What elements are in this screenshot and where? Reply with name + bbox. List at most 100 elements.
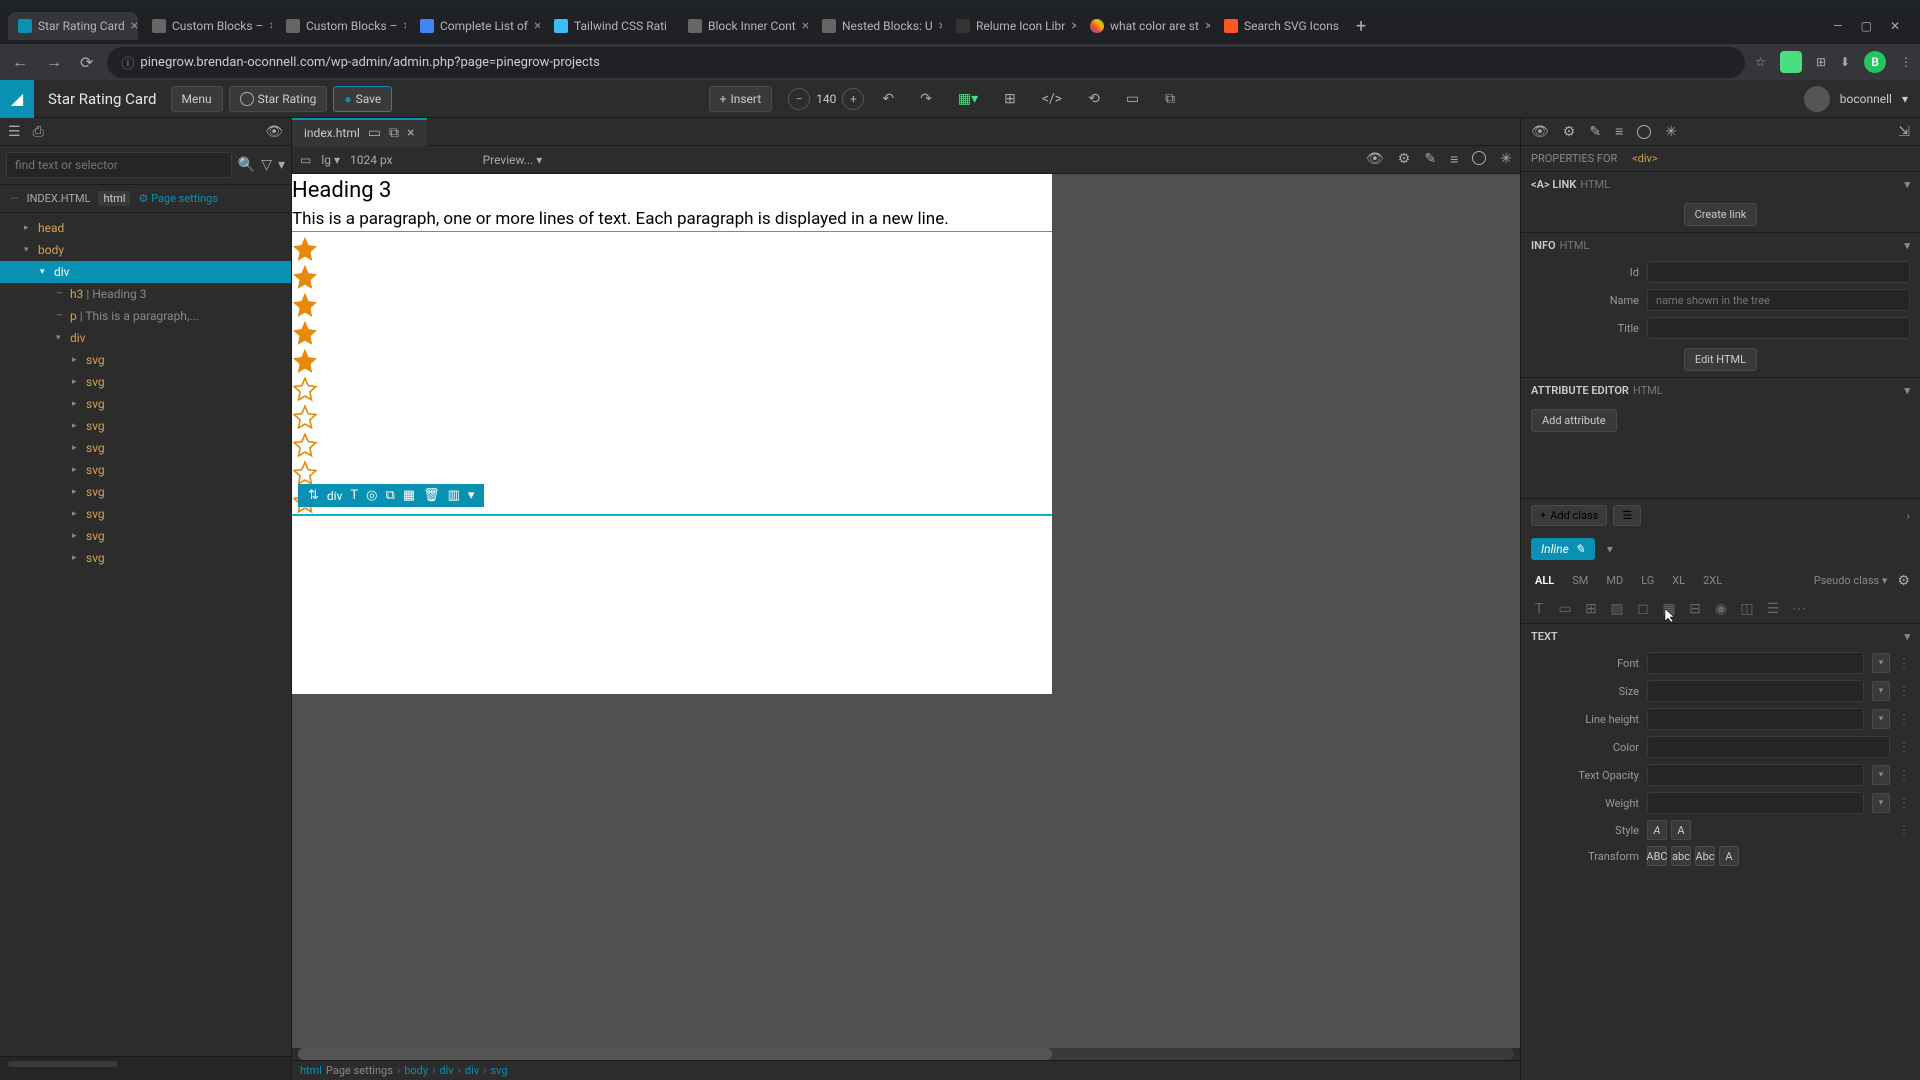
star-filled-icon[interactable] (292, 320, 318, 346)
zoom-out-button[interactable]: − (788, 88, 810, 110)
info-section-header[interactable]: INFOHTML▾ (1521, 232, 1920, 258)
text-section-header[interactable]: TEXT▾ (1521, 623, 1920, 649)
search-icon[interactable]: 🔍 (238, 157, 255, 173)
tree-node-svg[interactable]: ▸svg (0, 503, 291, 525)
star-filled-icon[interactable] (292, 236, 318, 262)
external-icon[interactable]: ⧉ (389, 125, 399, 141)
class-list-button[interactable]: ☰ (1613, 505, 1641, 526)
chevron-down-icon[interactable]: ▾ (278, 157, 285, 173)
print-icon[interactable]: ⎙ (33, 124, 44, 140)
browser-tab[interactable]: Block Inner Cont× (678, 12, 808, 40)
name-input[interactable] (1647, 289, 1910, 311)
expand-icon[interactable]: ⇲ (1898, 124, 1910, 140)
menu-icon[interactable]: ⋮ (1900, 55, 1912, 69)
file-tab[interactable]: index.html ▭ ⧉ × (292, 118, 427, 146)
refresh-icon[interactable]: ⟲ (1080, 87, 1108, 111)
browser-tab[interactable]: Custom Blocks –× (276, 12, 406, 40)
tree-node-svg[interactable]: ▸svg (0, 349, 291, 371)
tree-node-svg[interactable]: ▸svg (0, 393, 291, 415)
star-empty-icon[interactable] (292, 432, 318, 458)
device-icon[interactable]: ▭ (368, 125, 381, 141)
star-empty-icon[interactable] (292, 460, 318, 486)
tree-node-svg[interactable]: ▸svg (0, 547, 291, 569)
duplicate-icon[interactable]: ⧉ (386, 488, 395, 503)
move-icon[interactable]: ⇅ (308, 488, 319, 503)
close-window-icon[interactable]: ✕ (1890, 19, 1900, 33)
tree-node-body[interactable]: ▾body (0, 239, 291, 261)
line-height-input[interactable] (1647, 708, 1864, 730)
style-normal-button[interactable]: A (1647, 820, 1667, 840)
transform-lower-button[interactable]: abc (1671, 846, 1691, 866)
copy-icon[interactable]: ⧉ (1157, 87, 1183, 111)
star-filled-icon[interactable] (292, 292, 318, 318)
extensions-icon[interactable]: ⊞ (1816, 55, 1826, 69)
tree-node-svg[interactable]: ▸svg (0, 525, 291, 547)
component-button[interactable]: Star Rating (229, 86, 328, 112)
heading[interactable]: Heading 3 (292, 174, 1052, 207)
delete-icon[interactable]: 🗑 (423, 488, 440, 503)
attr-section-header[interactable]: ATTRIBUTE EDITORHTML▾ (1521, 377, 1920, 403)
browser-tab[interactable]: Search SVG Icons× (1214, 12, 1344, 40)
pos-cat-icon[interactable]: ◉ (1713, 601, 1729, 617)
browser-tab[interactable]: Tailwind CSS Rati× (544, 12, 674, 40)
class-icon[interactable]: ≡ (1615, 123, 1623, 140)
border-cat-icon[interactable]: ▭ (1557, 601, 1573, 617)
more-cat-icon[interactable]: ⋯ (1791, 601, 1807, 617)
breakpoint-lg[interactable]: LG (1637, 572, 1658, 589)
inline-style-badge[interactable]: Inline✎ (1531, 538, 1595, 560)
eye-icon[interactable]: 👁 (1366, 151, 1384, 168)
save-button[interactable]: ●Save (333, 86, 392, 112)
columns-icon[interactable]: ▥ (448, 488, 460, 503)
tree-node-div[interactable]: ▾div (0, 327, 291, 349)
chevron-down-icon[interactable]: ▾ (1607, 542, 1613, 556)
browser-tab[interactable]: Custom Blocks –× (142, 12, 272, 40)
wordpress-icon[interactable] (1637, 125, 1651, 139)
target-icon[interactable]: ◎ (366, 488, 377, 503)
eye-icon[interactable]: 👁 (265, 124, 283, 140)
title-input[interactable] (1647, 317, 1910, 339)
new-tab-button[interactable]: + (1348, 16, 1374, 37)
flex-cat-icon[interactable]: ⊟ (1687, 601, 1703, 617)
browser-tab[interactable]: what color are st× (1080, 12, 1210, 40)
bg-cat-icon[interactable]: ▨ (1609, 601, 1625, 617)
list-cat-icon[interactable]: ☰ (1765, 601, 1781, 617)
bug-icon[interactable]: ✳ (1500, 151, 1512, 168)
tree-node-svg[interactable]: ▸svg (0, 437, 291, 459)
minimize-icon[interactable]: — (1833, 19, 1842, 33)
size-cat-icon[interactable]: ◻ (1635, 601, 1651, 617)
chevron-down-icon[interactable]: ▾ (1872, 793, 1890, 813)
undo-icon[interactable]: ↶ (874, 87, 902, 111)
chevron-down-icon[interactable]: ▾ (1872, 653, 1890, 673)
page-settings-link[interactable]: ⚙ Page settings (138, 192, 218, 205)
horizontal-scrollbar[interactable] (298, 1048, 1514, 1060)
extension-icon[interactable] (1780, 51, 1802, 73)
star-filled-icon[interactable] (292, 348, 318, 374)
maximize-icon[interactable]: ▢ (1861, 19, 1872, 33)
id-input[interactable] (1647, 261, 1910, 283)
tree-node-p[interactable]: —p | This is a paragraph,... (0, 305, 291, 327)
add-class-button[interactable]: +Add class (1531, 505, 1607, 526)
browser-icon[interactable]: ▭ (1118, 87, 1147, 111)
chevron-down-icon[interactable]: ▾ (1872, 765, 1890, 785)
downloads-icon[interactable]: ⬇ (1840, 55, 1850, 69)
font-input[interactable] (1647, 652, 1864, 674)
edit-icon[interactable]: ✎ (1424, 151, 1436, 168)
layout-icon[interactable]: ▦▾ (950, 87, 986, 111)
browser-tab[interactable]: Nested Blocks: U× (812, 12, 942, 40)
breakpoint-all[interactable]: ALL (1531, 572, 1558, 589)
viewport-icon[interactable]: ▭ (300, 153, 311, 167)
profile-icon[interactable]: B (1864, 51, 1886, 73)
list-icon[interactable]: ☰ (8, 124, 21, 140)
add-attribute-button[interactable]: Add attribute (1531, 409, 1617, 432)
chevron-down-icon[interactable]: ▾ (1872, 681, 1890, 701)
eye-icon[interactable]: 👁 (1531, 124, 1549, 140)
weight-input[interactable] (1647, 792, 1864, 814)
pseudo-class-dropdown[interactable]: Pseudo class ▾ (1814, 574, 1888, 587)
browser-tab[interactable]: Star Rating Card× (8, 12, 138, 40)
filter-icon[interactable]: ⚙ (1897, 573, 1910, 589)
settings-icon[interactable]: ⚙ (1398, 151, 1411, 168)
chevron-right-icon[interactable]: › (1906, 509, 1910, 523)
transform-none-button[interactable]: A (1719, 846, 1739, 866)
stars-container[interactable] (292, 231, 1052, 516)
browser-tab[interactable]: Complete List of× (410, 12, 540, 40)
